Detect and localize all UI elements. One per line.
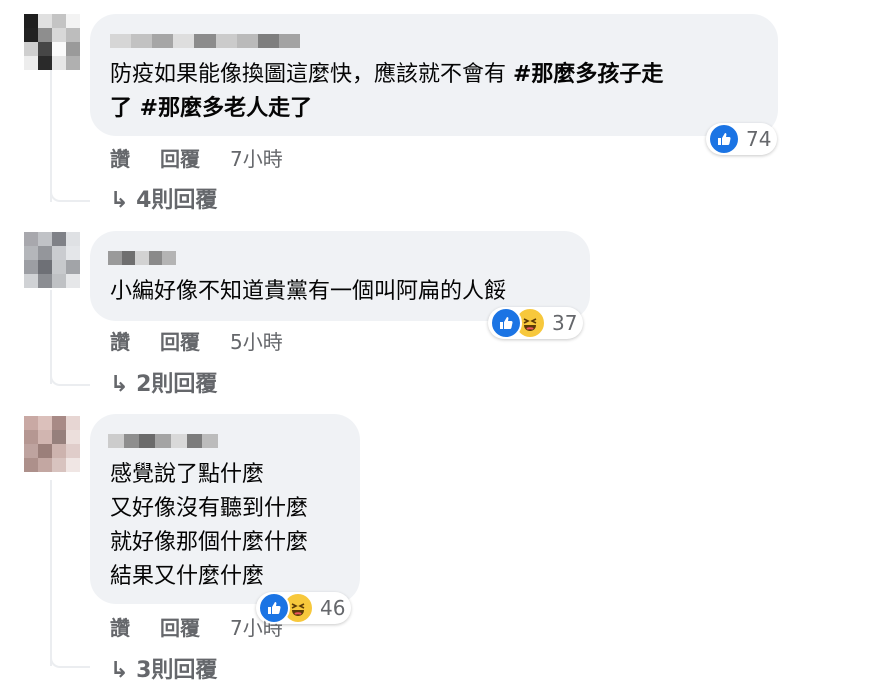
- author-name-redacted[interactable]: [108, 434, 219, 448]
- thread-connector: [50, 646, 90, 668]
- like-reaction-icon: [258, 592, 290, 624]
- reaction-count: 74: [746, 127, 772, 151]
- like-reaction-icon: [490, 307, 522, 339]
- comment-text: 小編好像不知道貴黨有一個叫阿扁的人餒: [110, 279, 507, 304]
- comment-bubble: 防疫如果能像換圖這麼快，應該就不會有 #那麼多孩子走了 #那麼多老人走了: [90, 14, 778, 136]
- reaction-summary[interactable]: 46: [256, 592, 352, 624]
- avatar[interactable]: [24, 416, 80, 472]
- reply-arrow-icon: ↳: [110, 372, 129, 397]
- like-button[interactable]: 讚: [110, 612, 130, 641]
- reaction-count: 37: [552, 311, 578, 335]
- reply-button[interactable]: 回覆: [160, 326, 200, 355]
- reply-arrow-icon: ↳: [110, 658, 129, 683]
- avatar[interactable]: [24, 14, 80, 70]
- thread-connector: [50, 364, 90, 386]
- comment-text: 防疫如果能像換圖這麼快，應該就不會有 #那麼多孩子走了 #那麼多老人走了: [110, 62, 664, 121]
- like-button[interactable]: 讚: [110, 143, 130, 172]
- reply-button[interactable]: 回覆: [160, 143, 200, 172]
- author-name-redacted[interactable]: [110, 34, 301, 48]
- reply-arrow-icon: ↳: [110, 188, 129, 213]
- reply-button[interactable]: 回覆: [160, 612, 200, 641]
- comment-timestamp[interactable]: 5小時: [230, 326, 283, 355]
- replies-count-label: 3則回覆: [136, 658, 218, 683]
- like-button[interactable]: 讚: [110, 326, 130, 355]
- view-replies-link[interactable]: ↳ 4則回覆: [110, 182, 217, 214]
- reaction-summary[interactable]: 74: [706, 123, 778, 155]
- comment-timestamp[interactable]: 7小時: [230, 143, 283, 172]
- avatar[interactable]: [24, 232, 80, 288]
- view-replies-link[interactable]: ↳ 3則回覆: [110, 652, 217, 684]
- reaction-count: 46: [320, 596, 346, 620]
- view-replies-link[interactable]: ↳ 2則回覆: [110, 366, 217, 398]
- thread-connector: [50, 180, 90, 202]
- like-reaction-icon: [708, 123, 740, 155]
- comment-bubble: 感覺說了點什麼 又好像沒有聽到什麼 就好像那個什麼什麼 結果又什麼什麼: [90, 414, 360, 604]
- comment-text: 感覺說了點什麼 又好像沒有聽到什麼 就好像那個什麼什麼 結果又什麼什麼: [110, 462, 309, 589]
- reaction-summary[interactable]: 37: [488, 307, 584, 339]
- author-name-redacted[interactable]: [108, 251, 177, 265]
- replies-count-label: 4則回覆: [136, 188, 218, 213]
- replies-count-label: 2則回覆: [136, 372, 218, 397]
- thread-line: [50, 480, 52, 666]
